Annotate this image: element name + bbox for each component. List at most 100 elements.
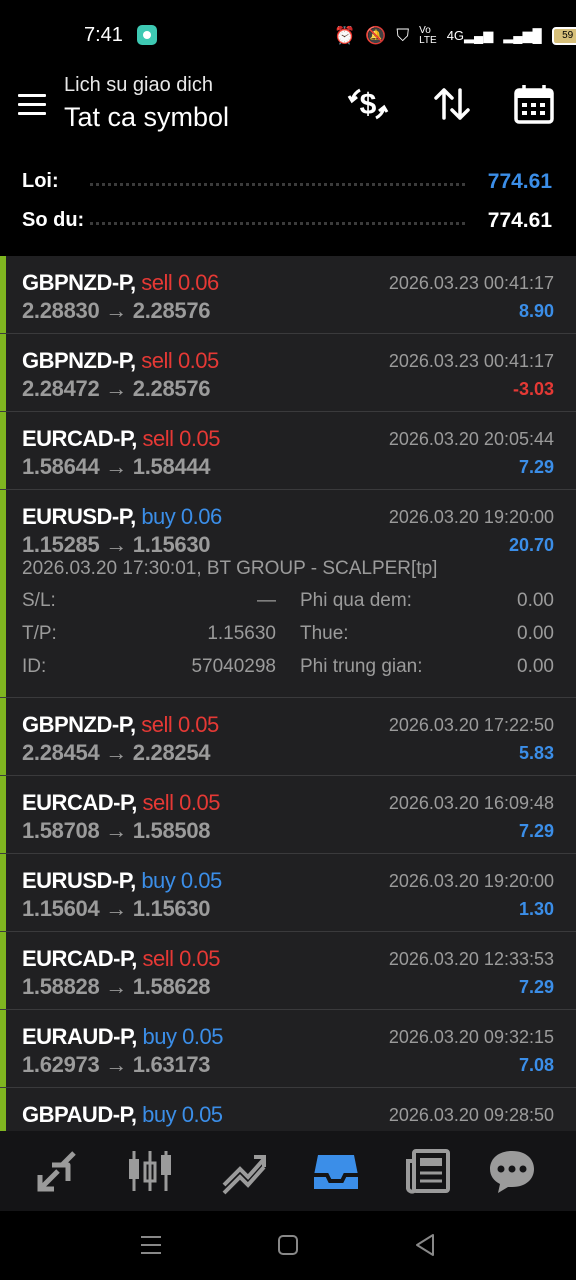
trade-profit: 5.83	[518, 743, 554, 763]
trade-prices: 2.28454 → 2.28254	[22, 740, 211, 766]
arrow-right-icon: →	[99, 298, 133, 323]
trade-side: sell	[142, 426, 175, 451]
swap-label: Phi qua dem:	[300, 590, 412, 611]
trade-prices: 1.15604 → 1.15630	[22, 896, 211, 922]
tax-value: 0.00	[517, 623, 554, 644]
trade-row[interactable]: EURCAD-P, sell 0.05 1.58828 → 1.58628 2026…	[0, 932, 576, 1010]
trade-volume: 0.05	[179, 790, 220, 815]
trade-time: 2026.03.23 00:41:17	[388, 351, 554, 371]
close-price: 1.15630	[132, 896, 211, 921]
signal-icon: ▂▄▆█	[503, 28, 542, 43]
sort-icon[interactable]	[430, 82, 474, 126]
trade-symbol: EURUSD-P,	[22, 868, 136, 893]
mute-icon: 🔕	[365, 26, 387, 45]
trade-symbol: GBPAUD-P,	[22, 1102, 137, 1127]
trade-prices: 1.58644 → 1.58444	[22, 454, 211, 480]
close-price: 1.58508	[132, 818, 211, 843]
trade-time: 2026.03.20 20:05:44	[388, 429, 554, 449]
trade-row-marker	[0, 334, 6, 411]
app-header: Lich su giao dich Tat ca symbol $	[0, 72, 576, 156]
profit-divider	[90, 183, 465, 186]
summary-panel: Loi: 774.61 So du: 774.61	[0, 156, 576, 256]
trade-row[interactable]: EURCAD-P, sell 0.05 1.58644 → 1.58444 2026…	[0, 412, 576, 490]
trade-row-marker	[0, 1088, 6, 1131]
trade-row[interactable]: GBPAUD-P, buy 0.05 2026.03.20 09:28:50	[0, 1088, 576, 1131]
balance-label: So du:	[22, 209, 85, 231]
trade-row-marker	[0, 776, 6, 853]
status-bar: 7:41 ⏰ 🔕 ⛉ Vo LTE 4G▂▄▆ ▂▄▆█ 59	[0, 0, 576, 72]
trade-side: buy	[141, 868, 176, 893]
news-icon[interactable]	[402, 1145, 454, 1197]
currency-exchange-icon[interactable]: $	[346, 82, 390, 126]
trade-side: buy	[142, 1024, 177, 1049]
trade-time: 2026.03.23 00:41:17	[388, 273, 554, 293]
arrow-right-icon: →	[99, 376, 133, 401]
trade-profit: 7.29	[518, 457, 554, 477]
trade-row[interactable]: EURUSD-P, buy 0.05 1.15604 → 1.15630 2026.…	[0, 854, 576, 932]
trade-prices: 1.58828 → 1.58628	[22, 974, 211, 1000]
trade-row[interactable]: GBPNZD-P, sell 0.06 2.28830 → 2.28576 2026…	[0, 256, 576, 334]
tax-label: Thue:	[300, 623, 349, 644]
chat-icon[interactable]	[486, 1145, 538, 1197]
open-price: 1.58828	[22, 974, 100, 999]
open-price: 1.58708	[22, 818, 100, 843]
signal-4g-icon: 4G▂▄▆	[446, 28, 494, 43]
close-price: 1.58628	[132, 974, 211, 999]
bottom-nav	[0, 1131, 576, 1211]
trade-profit: 7.29	[518, 821, 554, 841]
trade-symbol: GBPNZD-P,	[22, 712, 136, 737]
open-price: 2.28454	[22, 740, 100, 765]
trade-volume: 0.05	[177, 712, 219, 737]
history-inbox-icon[interactable]	[310, 1145, 362, 1197]
history-chart-icon[interactable]	[218, 1145, 270, 1197]
trade-time: 2026.03.20 16:09:48	[388, 793, 554, 813]
trade-volume: 0.05	[182, 1024, 223, 1049]
tp-label: T/P:	[22, 623, 57, 644]
trade-time: 2026.03.20 19:20:00	[388, 871, 554, 891]
app-notification-icon	[137, 25, 157, 45]
id-value: 57040298	[191, 656, 276, 677]
trade-volume: 0.05	[179, 426, 220, 451]
network-type: 4G	[446, 28, 465, 43]
chart-icon[interactable]	[124, 1145, 176, 1197]
trade-symbol-line: EURAUD-P, buy 0.05	[22, 1024, 223, 1050]
trade-volume: 0.05	[179, 946, 220, 971]
home-icon[interactable]	[274, 1231, 302, 1259]
arrow-right-icon: →	[99, 1052, 133, 1077]
open-price: 1.15604	[22, 896, 100, 921]
trade-prices: 1.58708 → 1.58508	[22, 818, 211, 844]
trade-row[interactable]: GBPNZD-P, sell 0.05 2.28472 → 2.28576 2026…	[0, 334, 576, 412]
trade-row-marker	[0, 932, 6, 1009]
close-price: 2.28576	[132, 298, 211, 323]
trade-time: 2026.03.20 19:20:00	[388, 507, 554, 527]
menu-icon[interactable]	[18, 94, 48, 116]
calendar-icon[interactable]	[512, 82, 556, 126]
trade-row[interactable]: EURAUD-P, buy 0.05 1.62973 → 1.63173 2026.…	[0, 1010, 576, 1088]
sl-value: —	[257, 590, 276, 611]
arrow-right-icon: →	[99, 818, 133, 843]
volte-icon: Vo LTE	[419, 25, 437, 46]
trade-symbol: EURAUD-P,	[22, 1024, 137, 1049]
back-icon[interactable]	[411, 1231, 439, 1259]
trade-history-list[interactable]: GBPNZD-P, sell 0.06 2.28830 → 2.28576 2026…	[0, 256, 576, 1131]
trade-row[interactable]: EURUSD-P, buy 0.06 1.15285 → 1.15630 2026.…	[0, 490, 576, 698]
trade-row-marker	[0, 256, 6, 333]
trade-symbol-line: GBPNZD-P, sell 0.05	[22, 712, 219, 738]
battery-icon: 59	[551, 27, 576, 45]
commission-value: 0.00	[517, 656, 554, 677]
trade-symbol: EURUSD-P,	[22, 504, 136, 529]
trade-row-marker	[0, 412, 6, 489]
trade-row[interactable]: EURCAD-P, sell 0.05 1.58708 → 1.58508 2026…	[0, 776, 576, 854]
trade-symbol-line: EURUSD-P, buy 0.06	[22, 504, 222, 530]
close-price: 2.28576	[132, 376, 211, 401]
trade-time: 2026.03.20 12:33:53	[388, 949, 554, 969]
recent-apps-icon[interactable]	[137, 1231, 165, 1259]
trade-symbol: GBPNZD-P,	[22, 348, 136, 373]
trade-prices: 2.28830 → 2.28576	[22, 298, 211, 324]
page-title[interactable]: Tat ca symbol	[64, 102, 229, 133]
trade-open-info: 2026.03.20 17:30:01, BT GROUP - SCALPER[…	[22, 558, 438, 579]
trade-row[interactable]: GBPNZD-P, sell 0.05 2.28454 → 2.28254 2026…	[0, 698, 576, 776]
trade-profit: 7.29	[518, 977, 554, 997]
trade-symbol-line: GBPNZD-P, sell 0.05	[22, 348, 219, 374]
trade-icon[interactable]	[32, 1145, 84, 1197]
